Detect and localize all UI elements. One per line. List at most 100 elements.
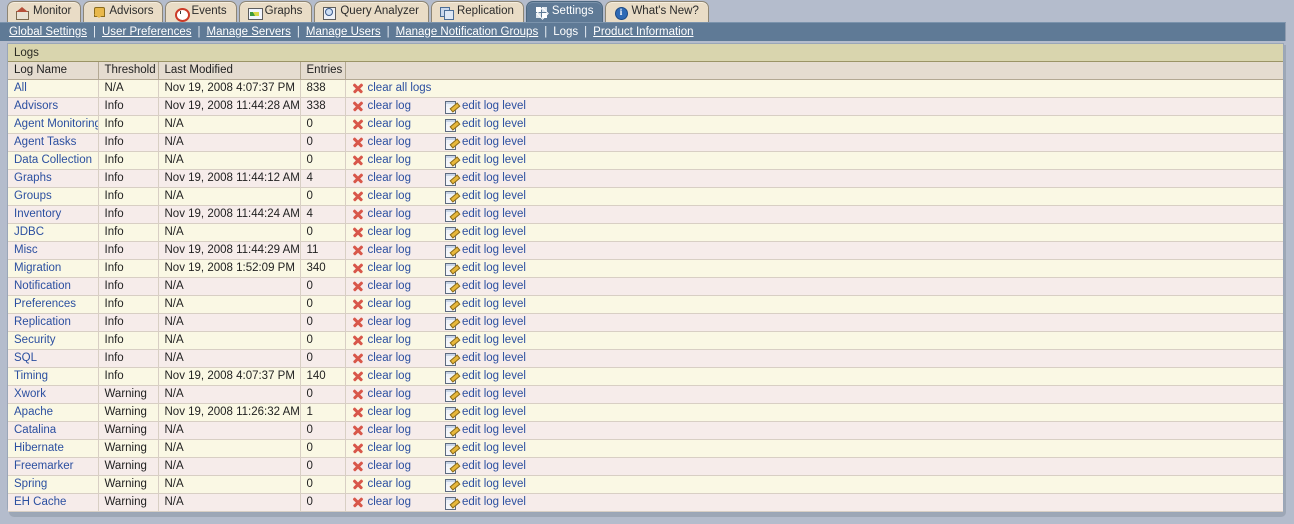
edit-log-level-link[interactable]: edit log level [445, 352, 526, 365]
log-name-link[interactable]: Timing [14, 370, 48, 382]
subnav-item-user-preferences[interactable]: User Preferences [102, 26, 191, 38]
clear-log-link[interactable]: clear log [352, 442, 411, 454]
action-label: edit log level [462, 226, 526, 238]
log-name-link[interactable]: Misc [14, 244, 38, 256]
clear-log-link[interactable]: clear log [352, 136, 411, 148]
log-name-link[interactable]: Agent Monitoring [14, 118, 98, 130]
edit-log-level-link[interactable]: edit log level [445, 154, 526, 167]
edit-log-level-link[interactable]: edit log level [445, 280, 526, 293]
tab-label: Settings [552, 6, 594, 18]
log-name-link[interactable]: Apache [14, 406, 53, 418]
log-name-link[interactable]: Data Collection [14, 154, 92, 166]
log-name-link[interactable]: Spring [14, 478, 47, 490]
log-name-link[interactable]: Freemarker [14, 460, 73, 472]
log-name-link[interactable]: Groups [14, 190, 52, 202]
subnav-item-manage-notification-groups[interactable]: Manage Notification Groups [396, 26, 539, 38]
action-label: edit log level [462, 172, 526, 184]
clear-log-link[interactable]: clear log [352, 280, 411, 292]
clear-log-link[interactable]: clear log [352, 370, 411, 382]
cell-modified: N/A [158, 313, 300, 331]
edit-log-level-link[interactable]: edit log level [445, 442, 526, 455]
edit-log-level-link[interactable]: edit log level [445, 172, 526, 185]
clear-log-link[interactable]: clear log [352, 226, 411, 238]
cell-threshold: Info [98, 97, 158, 115]
edit-log-level-link[interactable]: edit log level [445, 226, 526, 239]
edit-log-level-link[interactable]: edit log level [445, 370, 526, 383]
clear-log-link[interactable]: clear log [352, 262, 411, 274]
edit-log-level-link[interactable]: edit log level [445, 424, 526, 437]
tab-graphs[interactable]: Graphs [239, 1, 313, 22]
edit-log-level-link[interactable]: edit log level [445, 208, 526, 221]
clear-log-link[interactable]: clear log [352, 478, 411, 490]
table-row: EH CacheWarningN/A0clear logedit log lev… [8, 493, 1283, 511]
tab-events[interactable]: Events [165, 1, 236, 22]
log-name-link[interactable]: Security [14, 334, 56, 346]
subnav-separator: | [538, 26, 553, 38]
tab-advisors[interactable]: Advisors [83, 1, 163, 22]
tab-query-analyzer[interactable]: Query Analyzer [314, 1, 429, 22]
edit-log-level-link[interactable]: edit log level [445, 478, 526, 491]
clear-log-link[interactable]: clear log [352, 316, 411, 328]
log-name-link[interactable]: Catalina [14, 424, 56, 436]
clear-log-link[interactable]: clear log [352, 334, 411, 346]
edit-log-level-link[interactable]: edit log level [445, 316, 526, 329]
log-name-link[interactable]: Replication [14, 316, 71, 328]
clear-log-link[interactable]: clear log [352, 208, 411, 220]
clear-log-link[interactable]: clear log [352, 496, 411, 508]
cell-modified: N/A [158, 439, 300, 457]
subnav-item-global-settings[interactable]: Global Settings [9, 26, 87, 38]
edit-log-level-link[interactable]: edit log level [445, 118, 526, 131]
table-row: TimingInfoNov 19, 2008 4:07:37 PM140clea… [8, 367, 1283, 385]
log-name-link[interactable]: Inventory [14, 208, 61, 220]
edit-log-level-link[interactable]: edit log level [445, 190, 526, 203]
edit-log-level-link[interactable]: edit log level [445, 136, 526, 149]
edit-log-level-link[interactable]: edit log level [445, 298, 526, 311]
log-name-link[interactable]: Preferences [14, 298, 76, 310]
log-name-link[interactable]: All [14, 82, 27, 94]
subnav-item-manage-servers[interactable]: Manage Servers [206, 26, 290, 38]
log-name-link[interactable]: JDBC [14, 226, 44, 238]
clear-log-link[interactable]: clear log [352, 388, 411, 400]
clear-log-link[interactable]: clear log [352, 190, 411, 202]
clear-log-link[interactable]: clear log [352, 460, 411, 472]
clear-log-link[interactable]: clear log [352, 100, 411, 112]
log-name-link[interactable]: Graphs [14, 172, 52, 184]
cell-modified: Nov 19, 2008 11:26:32 AM [158, 403, 300, 421]
log-name-link[interactable]: Hibernate [14, 442, 64, 454]
edit-log-level-link[interactable]: edit log level [445, 244, 526, 257]
log-name-link[interactable]: EH Cache [14, 496, 66, 508]
edit-log-level-link[interactable]: edit log level [445, 100, 526, 113]
log-name-link[interactable]: Xwork [14, 388, 46, 400]
edit-log-level-link[interactable]: edit log level [445, 388, 526, 401]
edit-pencil-icon [445, 370, 458, 383]
clear-log-link[interactable]: clear log [352, 406, 411, 418]
edit-log-level-link[interactable]: edit log level [445, 496, 526, 509]
clear-log-link[interactable]: clear log [352, 172, 411, 184]
clear-log-link[interactable]: clear log [352, 154, 411, 166]
clear-log-link[interactable]: clear log [352, 118, 411, 130]
tab-replication[interactable]: Replication [431, 1, 524, 22]
edit-log-level-link[interactable]: edit log level [445, 334, 526, 347]
tab-monitor[interactable]: Monitor [7, 1, 81, 22]
clear-log-link[interactable]: clear log [352, 424, 411, 436]
clear-log-link[interactable]: clear log [352, 352, 411, 364]
edit-log-level-link[interactable]: edit log level [445, 460, 526, 473]
log-name-link[interactable]: Migration [14, 262, 61, 274]
subnav-item-manage-users[interactable]: Manage Users [306, 26, 381, 38]
log-name-link[interactable]: Notification [14, 280, 71, 292]
clear-all-logs-link[interactable]: clear all logs [352, 82, 432, 94]
subnav-item-product-information[interactable]: Product Information [593, 26, 693, 38]
cell-threshold: Info [98, 205, 158, 223]
tab-what-s-new[interactable]: What's New? [605, 1, 708, 22]
edit-log-level-link[interactable]: edit log level [445, 262, 526, 275]
log-name-link[interactable]: Agent Tasks [14, 136, 76, 148]
clear-log-link[interactable]: clear log [352, 244, 411, 256]
tab-settings[interactable]: Settings [526, 1, 604, 22]
log-name-link[interactable]: Advisors [14, 100, 58, 112]
log-name-link[interactable]: SQL [14, 352, 37, 364]
clear-log-link[interactable]: clear log [352, 298, 411, 310]
clear-x-icon [352, 460, 364, 472]
edit-pencil-icon [445, 334, 458, 347]
table-row: GroupsInfoN/A0clear logedit log level [8, 187, 1283, 205]
edit-log-level-link[interactable]: edit log level [445, 406, 526, 419]
